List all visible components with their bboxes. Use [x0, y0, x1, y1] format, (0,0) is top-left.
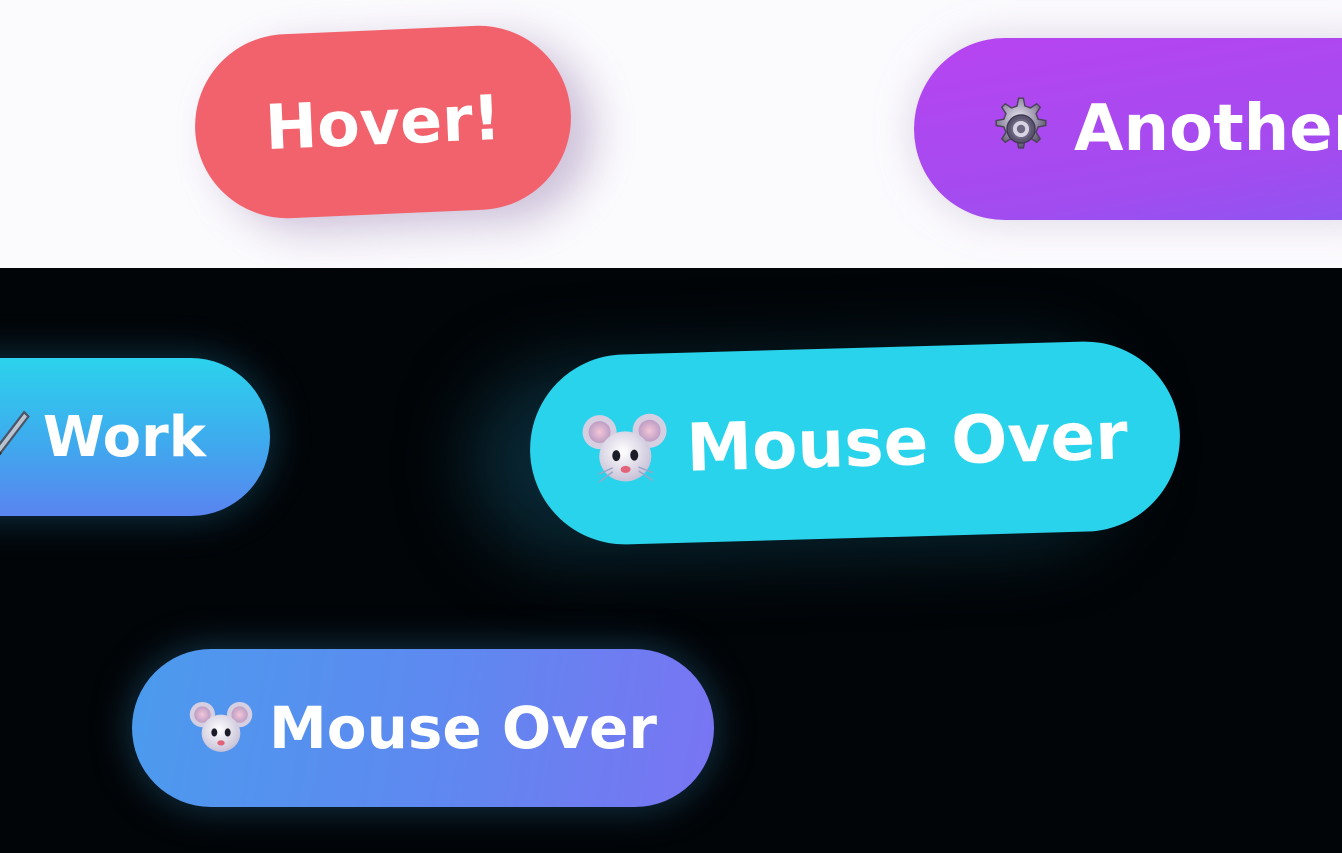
work-button-label: Work [42, 404, 206, 470]
mouse-over-small-button-label: Mouse Over [269, 694, 657, 762]
another-button[interactable]: Another [914, 38, 1342, 220]
mouse-over-button[interactable]: Mouse Over [527, 338, 1183, 548]
hover-button[interactable]: Hover! [191, 21, 575, 223]
hover-button-label: Hover! [263, 80, 503, 164]
mouse-over-small-button[interactable]: Mouse Over [132, 649, 714, 807]
light-demo-panel: Hover! Another [0, 0, 1342, 268]
mouse-over-button-label: Mouse Over [685, 396, 1129, 487]
work-button[interactable]: Work [0, 358, 270, 516]
gear-icon [995, 97, 1047, 149]
dark-demo-panel: Work Mouse Over Mouse Over [0, 268, 1342, 853]
mouse-icon [582, 413, 667, 483]
another-button-label: Another [1074, 92, 1342, 166]
wrench-icon [0, 410, 30, 456]
mouse-icon [189, 701, 253, 752]
